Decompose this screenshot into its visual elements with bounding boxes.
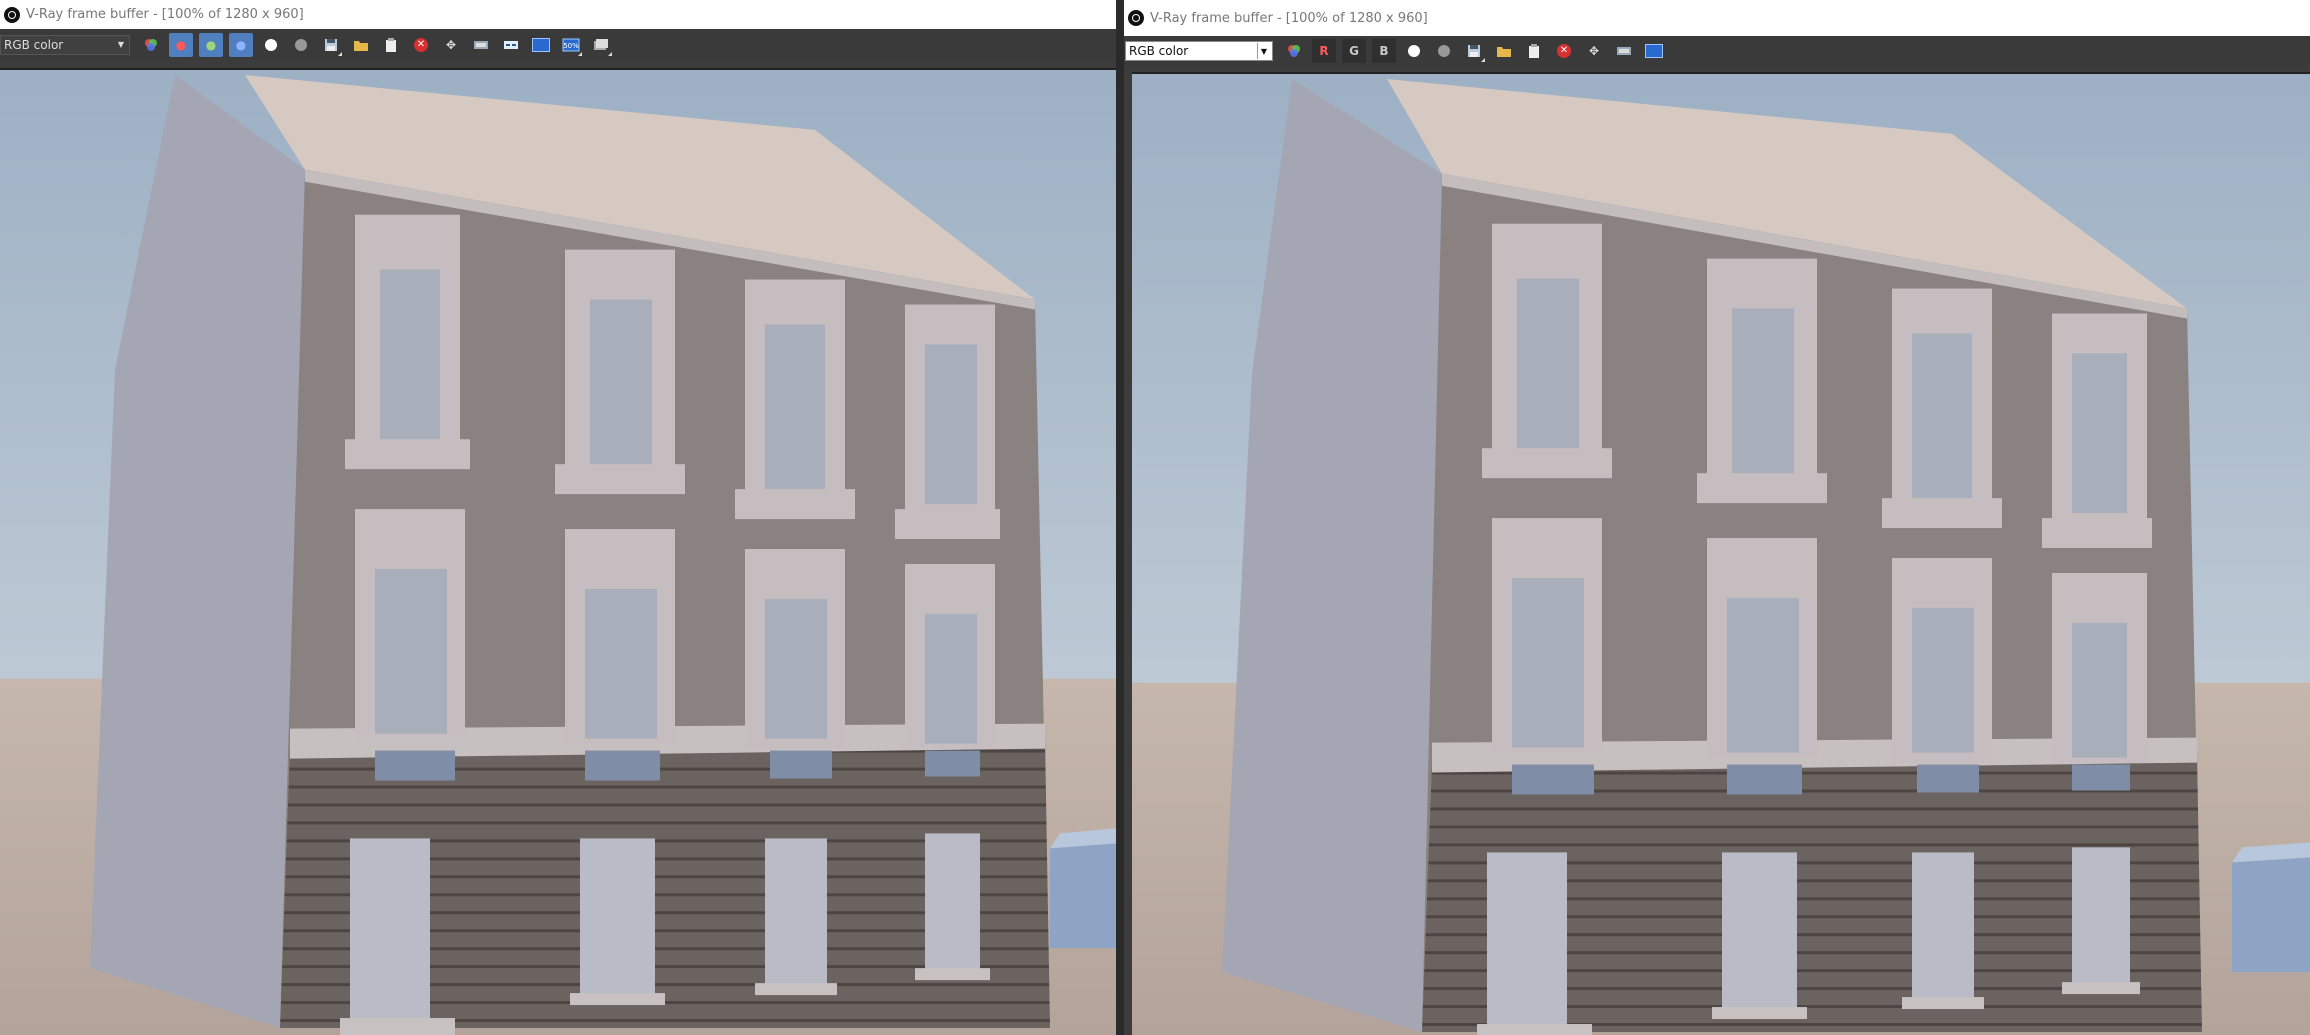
clear-icon: [1529, 44, 1539, 58]
green-channel-icon: ●: [205, 37, 217, 52]
channel-select[interactable]: RGB color ▼: [1125, 41, 1273, 61]
display-correction-button[interactable]: [1642, 39, 1666, 63]
track-mouse-icon: ✥: [1588, 44, 1600, 58]
vray-logo-icon: [4, 6, 20, 23]
chevron-down-icon: ▼: [1257, 43, 1270, 59]
color-correction-icon[interactable]: [1282, 39, 1306, 63]
title-bar: V-Ray frame buffer - [100% of 1280 x 960…: [1124, 0, 2310, 37]
blue-channel-icon: ●: [235, 37, 247, 52]
color-correction-icon[interactable]: [139, 33, 163, 57]
rendered-building-image: [1132, 74, 2310, 1035]
display-correction-icon: [532, 37, 550, 52]
green-channel-label: G: [1349, 44, 1359, 58]
green-channel-button[interactable]: G: [1342, 39, 1366, 63]
zoom-50-icon: 50%: [562, 38, 580, 51]
red-channel-icon: ●: [175, 37, 187, 52]
track-mouse-icon: ✥: [445, 37, 457, 52]
clear-button[interactable]: [379, 33, 403, 57]
svg-text:50%: 50%: [563, 42, 579, 50]
clear-icon: [386, 37, 396, 52]
red-channel-label: R: [1319, 44, 1329, 58]
zoom-50-button[interactable]: 50%: [559, 33, 583, 57]
clear-button[interactable]: [1522, 39, 1546, 63]
track-mouse-button[interactable]: ✥: [439, 33, 463, 57]
blue-channel-button[interactable]: B: [1372, 39, 1396, 63]
chevron-down-icon: ▼: [117, 40, 125, 49]
lens-effects-button[interactable]: [1612, 39, 1636, 63]
mono-view-icon: [1408, 45, 1420, 57]
vray-frame-buffer-right: V-Ray frame buffer - [100% of 1280 x 960…: [1116, 0, 2310, 1035]
stop-render-button[interactable]: ✕: [409, 33, 433, 57]
alpha-view-button[interactable]: [289, 33, 313, 57]
stop-render-icon: ✕: [414, 37, 428, 52]
red-channel-button[interactable]: R: [1312, 39, 1336, 63]
mono-view-button[interactable]: [1402, 39, 1426, 63]
history-button[interactable]: [589, 33, 613, 57]
rendered-building-image: [0, 70, 1116, 1035]
window-title: V-Ray frame buffer - [100% of 1280 x 960…: [1150, 10, 1428, 26]
alpha-view-button[interactable]: [1432, 39, 1456, 63]
load-button[interactable]: [349, 33, 373, 57]
save-button[interactable]: [1462, 39, 1486, 63]
channel-select-value: RGB color: [4, 37, 64, 52]
load-icon: [354, 40, 368, 51]
green-channel-button[interactable]: ●: [199, 32, 223, 57]
alpha-view-icon: [295, 38, 307, 51]
channel-select[interactable]: RGB color ▼: [0, 34, 130, 55]
vray-logo-icon: [1128, 10, 1144, 26]
vray-frame-buffer-left: V-Ray frame buffer - [100% of 1280 x 960…: [0, 0, 1116, 1035]
red-channel-button[interactable]: ●: [169, 32, 193, 57]
load-icon: [1497, 47, 1511, 57]
color-correction-icon: [504, 40, 518, 49]
display-correction-icon: [1645, 44, 1663, 58]
save-icon: [325, 38, 337, 51]
render-canvas[interactable]: [0, 68, 1116, 1035]
render-canvas[interactable]: [1132, 72, 2310, 1035]
blue-channel-button[interactable]: ●: [229, 32, 253, 57]
title-bar: V-Ray frame buffer - [100% of 1280 x 960…: [0, 0, 1116, 30]
lens-effects-icon: [474, 40, 488, 49]
stop-render-button[interactable]: ✕: [1552, 39, 1576, 63]
load-button[interactable]: [1492, 39, 1516, 63]
blue-channel-label: B: [1379, 44, 1389, 58]
mono-view-icon: [265, 38, 277, 51]
track-mouse-button[interactable]: ✥: [1582, 39, 1606, 63]
stop-render-icon: ✕: [1557, 44, 1571, 58]
save-icon: [1468, 45, 1480, 57]
window-title: V-Ray frame buffer - [100% of 1280 x 960…: [26, 7, 304, 22]
save-button[interactable]: [319, 33, 343, 57]
history-icon: [594, 38, 608, 50]
toolbar: RGB color ▼ R G B ✕ ✥: [1124, 36, 2310, 66]
alpha-view-icon: [1438, 45, 1450, 57]
channel-select-value: RGB color: [1129, 44, 1189, 58]
lens-effects-icon: [1617, 47, 1631, 55]
toolbar: RGB color ▼ ● ● ● ✕ ✥ 50%: [0, 29, 1116, 60]
lens-effects-button[interactable]: [469, 33, 493, 57]
display-correction-button[interactable]: [529, 33, 553, 57]
mono-view-button[interactable]: [259, 33, 283, 57]
color-correction-button[interactable]: [499, 33, 523, 57]
